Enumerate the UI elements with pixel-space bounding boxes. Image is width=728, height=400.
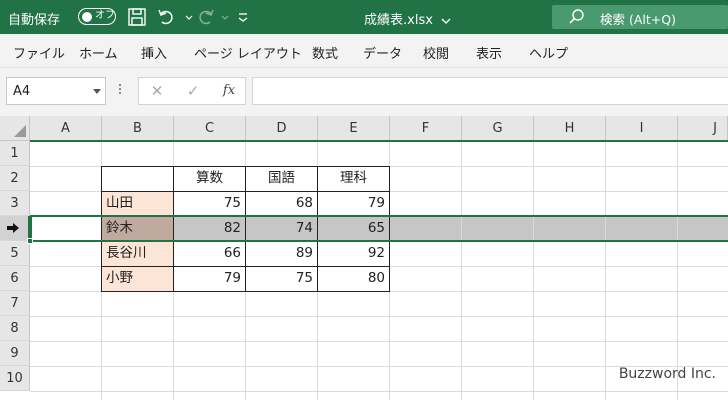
name-box[interactable]: A4 — [6, 77, 106, 105]
gridline — [605, 141, 606, 400]
gridline — [677, 141, 678, 400]
header-cell-japanese[interactable]: 国語 — [246, 166, 317, 191]
column-header-c[interactable]: C — [174, 116, 246, 141]
autosave-label: 自動保存 — [8, 13, 61, 28]
tab-data[interactable]: データ — [363, 43, 402, 62]
search-placeholder: 検索 (Alt+Q) — [600, 12, 676, 27]
tab-file[interactable]: ファイル — [13, 43, 65, 62]
tab-home[interactable]: ホーム — [79, 43, 118, 62]
tab-view[interactable]: 表示 — [476, 43, 502, 62]
formula-input[interactable] — [252, 77, 728, 105]
row-select-arrow-icon — [7, 223, 19, 233]
score-cell[interactable]: 79 — [318, 191, 389, 216]
header-cell-math[interactable]: 算数 — [174, 166, 245, 191]
formula-bar-grip-icon[interactable] — [118, 82, 122, 100]
tab-page-layout[interactable]: ページ レイアウト — [194, 43, 302, 62]
row-header-4[interactable] — [0, 216, 30, 241]
undo-dropdown-icon[interactable] — [178, 6, 193, 28]
select-all-icon — [14, 125, 26, 137]
formula-bar: A4 ✕ ✓ fx — [0, 68, 728, 116]
score-cell[interactable]: 75 — [174, 191, 245, 216]
redo-dropdown-icon[interactable] — [214, 6, 229, 28]
insert-function-icon[interactable]: fx — [221, 83, 237, 99]
score-cell[interactable]: 75 — [246, 266, 317, 291]
search-box[interactable]: 検索 (Alt+Q) — [552, 5, 728, 29]
column-header-e[interactable]: E — [318, 116, 390, 141]
autosave-toggle[interactable]: オフ — [78, 8, 116, 25]
score-cell[interactable]: 89 — [246, 241, 317, 266]
header-cell-science[interactable]: 理科 — [318, 166, 389, 191]
fill-handle[interactable] — [27, 238, 33, 244]
redo-icon[interactable] — [194, 6, 216, 28]
column-header-b[interactable]: B — [102, 116, 174, 141]
row-header-2[interactable]: 2 — [0, 166, 30, 191]
score-cell[interactable]: 80 — [318, 266, 389, 291]
undo-icon[interactable] — [156, 6, 178, 28]
row-header-9[interactable]: 9 — [0, 341, 30, 366]
row-header-10[interactable]: 10 — [0, 366, 30, 391]
formula-buttons: ✕ ✓ fx — [138, 77, 246, 105]
column-header-g[interactable]: G — [462, 116, 534, 141]
gridline — [461, 141, 462, 400]
gridline — [30, 391, 728, 392]
ribbon-tabs: ファイル ホーム 挿入 ページ レイアウト 数式 データ 校閲 表示 ヘルプ — [0, 34, 728, 68]
row-header-5[interactable]: 5 — [0, 241, 30, 266]
customize-toolbar-icon[interactable] — [232, 6, 248, 28]
file-name[interactable]: 成績表.xlsx — [364, 9, 451, 28]
tab-formulas[interactable]: 数式 — [312, 43, 338, 62]
row-header-6[interactable]: 6 — [0, 266, 30, 291]
tab-insert[interactable]: 挿入 — [141, 43, 167, 62]
cancel-icon[interactable]: ✕ — [149, 83, 165, 99]
column-header-selection-indicator — [30, 140, 728, 142]
name-cell[interactable]: 長谷川 — [102, 241, 173, 266]
column-header-h[interactable]: H — [534, 116, 606, 141]
row-header-8[interactable]: 8 — [0, 316, 30, 341]
file-name-text: 成績表.xlsx — [364, 13, 433, 28]
row-header-7[interactable]: 7 — [0, 291, 30, 316]
score-cell[interactable]: 68 — [246, 191, 317, 216]
score-cell[interactable]: 79 — [174, 266, 245, 291]
score-cell[interactable]: 92 — [318, 241, 389, 266]
chevron-down-icon — [441, 18, 451, 24]
select-all-button[interactable] — [0, 116, 30, 141]
column-header-f[interactable]: F — [390, 116, 462, 141]
gridline — [30, 341, 728, 342]
selection-border — [30, 215, 728, 242]
title-bar: 自動保存 オフ 成績表.xlsx 検索 (Alt+Q) — [0, 0, 728, 34]
save-icon[interactable] — [126, 6, 148, 28]
column-header-j[interactable]: J — [678, 116, 728, 141]
tab-help[interactable]: ヘルプ — [529, 43, 568, 62]
name-box-dropdown-icon[interactable] — [93, 89, 101, 94]
search-icon — [569, 9, 584, 24]
name-cell[interactable]: 山田 — [102, 191, 173, 216]
autosave-state: オフ — [95, 10, 115, 21]
row-header-1[interactable]: 1 — [0, 141, 30, 166]
toggle-knob — [82, 11, 92, 22]
gridline — [533, 141, 534, 400]
column-header-a[interactable]: A — [30, 116, 102, 141]
tab-review[interactable]: 校閲 — [423, 43, 449, 62]
column-header-d[interactable]: D — [246, 116, 318, 141]
score-cell[interactable]: 66 — [174, 241, 245, 266]
name-box-value: A4 — [13, 84, 31, 99]
gridline — [30, 316, 728, 317]
watermark: Buzzword Inc. — [618, 366, 716, 382]
enter-icon[interactable]: ✓ — [185, 83, 201, 99]
column-header-i[interactable]: I — [606, 116, 678, 141]
row-header-3[interactable]: 3 — [0, 191, 30, 216]
name-cell[interactable]: 小野 — [102, 266, 173, 291]
worksheet-grid: A B C D E F G H I J 1 2 3 5 6 7 8 9 10 算… — [0, 116, 728, 400]
